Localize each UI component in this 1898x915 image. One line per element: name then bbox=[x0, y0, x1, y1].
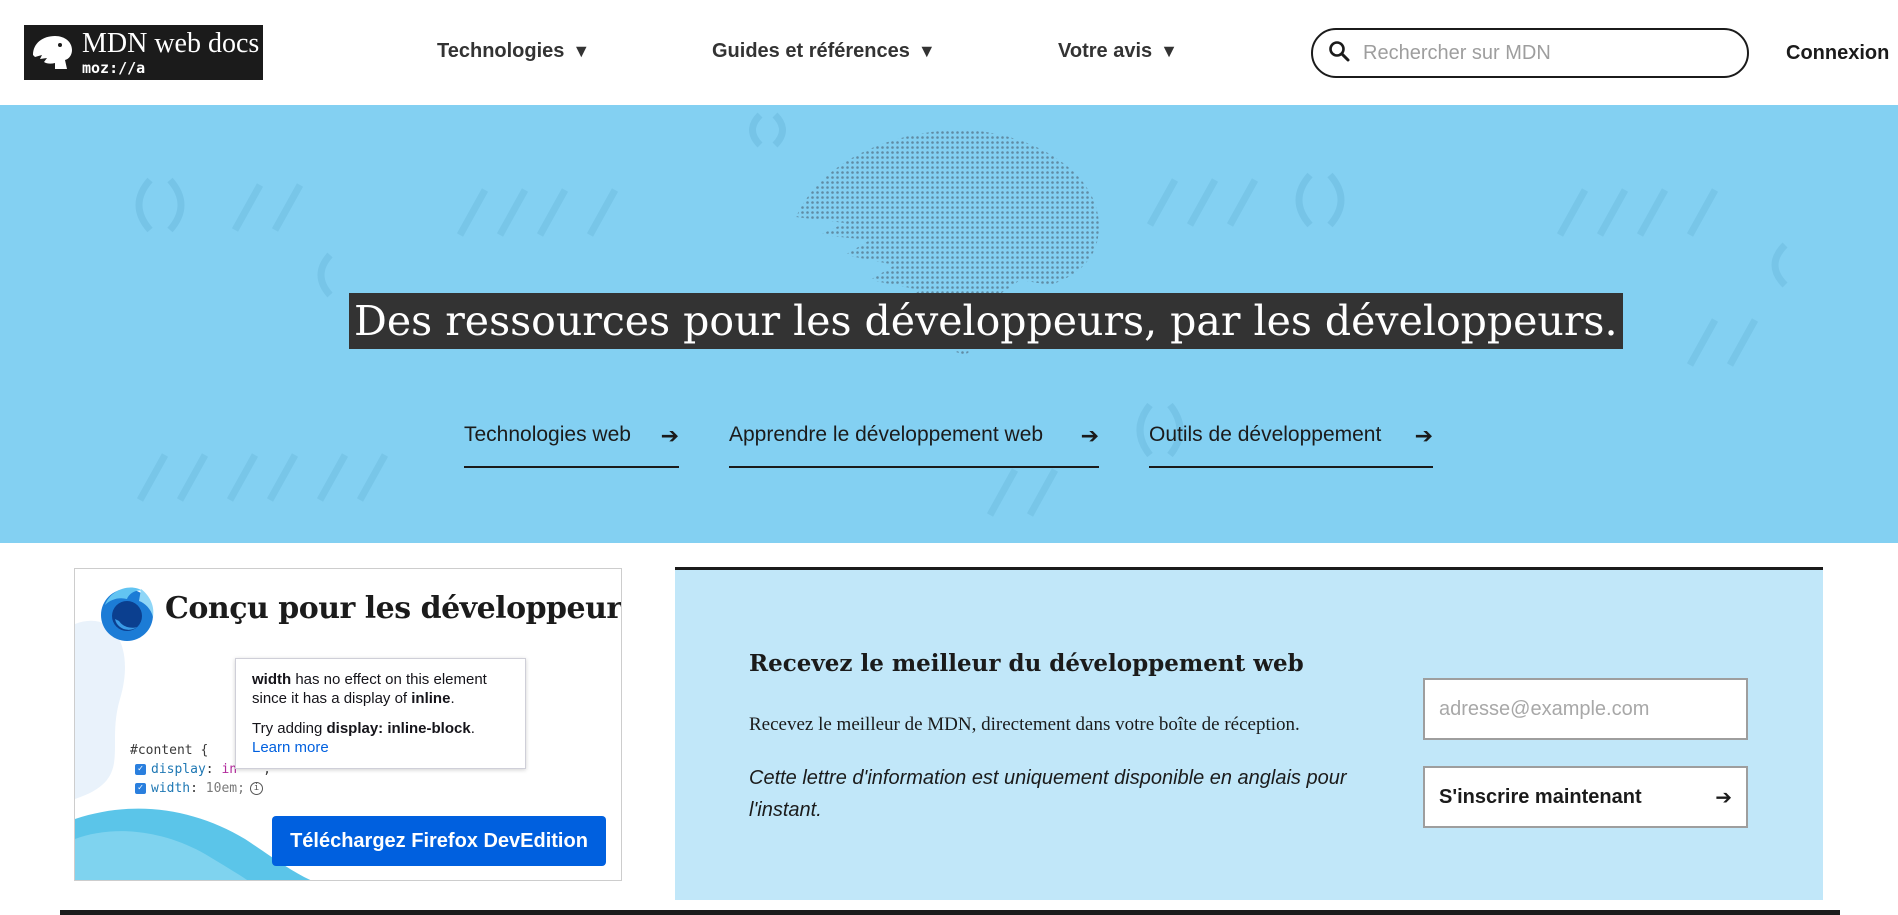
checkbox-checked-icon: ✓ bbox=[135, 783, 146, 794]
tooltip-message: width has no effect on this element sinc… bbox=[252, 671, 487, 707]
hero-link-label: Technologies web bbox=[464, 423, 631, 446]
code-value: 10em; bbox=[205, 781, 245, 796]
dinosaur-logo-icon bbox=[24, 25, 79, 80]
mdn-logo[interactable]: MDN web docs moz://a bbox=[24, 25, 264, 80]
hero-link-learn-web-dev[interactable]: Apprendre le développement web ➔ bbox=[729, 412, 1099, 468]
hero-link-web-technologies[interactable]: Technologies web ➔ bbox=[464, 412, 679, 468]
checkbox-checked-icon: ✓ bbox=[135, 764, 146, 775]
subscribe-button[interactable]: S'inscrire maintenant ➔ bbox=[1423, 766, 1748, 828]
css-warning-tooltip: width has no effect on this element sinc… bbox=[235, 658, 526, 769]
hero-banner: Des ressources pour les développeurs, pa… bbox=[0, 105, 1898, 543]
arrow-right-icon: ➔ bbox=[1715, 786, 1732, 809]
nav-technologies[interactable]: Technologies ▼ bbox=[437, 40, 590, 63]
promo-title: Conçu pour les développeurs bbox=[165, 591, 622, 626]
caret-down-icon: ▼ bbox=[917, 41, 936, 61]
login-link[interactable]: Connexion bbox=[1786, 42, 1889, 65]
nav-guides[interactable]: Guides et références ▼ bbox=[712, 40, 936, 63]
code-selector: #content { bbox=[130, 743, 209, 758]
newsletter-heading: Recevez le meilleur du développement web bbox=[749, 650, 1304, 677]
mozilla-wordmark: moz://a bbox=[82, 58, 146, 77]
email-field[interactable] bbox=[1423, 678, 1748, 740]
nav-guides-label: Guides et références bbox=[712, 40, 910, 62]
site-header: MDN web docs moz://a Technologies ▼ Guid… bbox=[0, 0, 1898, 105]
info-icon: i bbox=[249, 782, 263, 795]
code-property: display bbox=[151, 762, 206, 777]
search-input[interactable] bbox=[1363, 41, 1723, 65]
firefox-devedition-promo[interactable]: Conçu pour les développeurs #content { ✓… bbox=[74, 568, 622, 881]
newsletter-note: Cette lettre d'information est uniquemen… bbox=[749, 767, 1347, 821]
caret-down-icon: ▼ bbox=[572, 41, 591, 61]
download-firefox-devedition-button[interactable]: Téléchargez Firefox DevEdition bbox=[272, 816, 606, 866]
hero-link-label: Outils de développement bbox=[1149, 423, 1382, 446]
nav-feedback[interactable]: Votre avis ▼ bbox=[1058, 40, 1178, 63]
hero-link-label: Apprendre le développement web bbox=[729, 423, 1044, 446]
search-icon[interactable] bbox=[1327, 39, 1351, 68]
arrow-right-icon: ➔ bbox=[1080, 423, 1099, 448]
nav-feedback-label: Votre avis bbox=[1058, 40, 1153, 62]
next-section-edge bbox=[60, 910, 1840, 915]
nav-technologies-label: Technologies bbox=[437, 40, 565, 62]
arrow-right-icon: ➔ bbox=[1414, 423, 1433, 448]
code-width-line: ✓ width: 10em; i bbox=[130, 779, 271, 798]
code-property: width bbox=[151, 781, 191, 796]
code-colon: : bbox=[190, 781, 198, 796]
newsletter-signup: Recevez le meilleur du développement web… bbox=[675, 567, 1823, 900]
code-colon: : bbox=[205, 762, 214, 777]
logo-title: MDN web docs bbox=[82, 27, 260, 59]
tooltip-suggestion: Try adding display: inline-block. bbox=[252, 720, 475, 737]
learn-more-link[interactable]: Learn more bbox=[252, 738, 511, 757]
caret-down-icon: ▼ bbox=[1160, 41, 1178, 61]
arrow-right-icon: ➔ bbox=[660, 423, 679, 448]
subscribe-button-label: S'inscrire maintenant bbox=[1439, 785, 1642, 808]
search-box[interactable] bbox=[1311, 28, 1749, 78]
firefox-devedition-logo-icon bbox=[101, 587, 154, 641]
newsletter-subtitle: Recevez le meilleur de MDN, directement … bbox=[749, 714, 1300, 735]
hero-title: Des ressources pour les développeurs, pa… bbox=[349, 293, 1623, 349]
hero-link-dev-tools[interactable]: Outils de développement ➔ bbox=[1149, 412, 1433, 468]
